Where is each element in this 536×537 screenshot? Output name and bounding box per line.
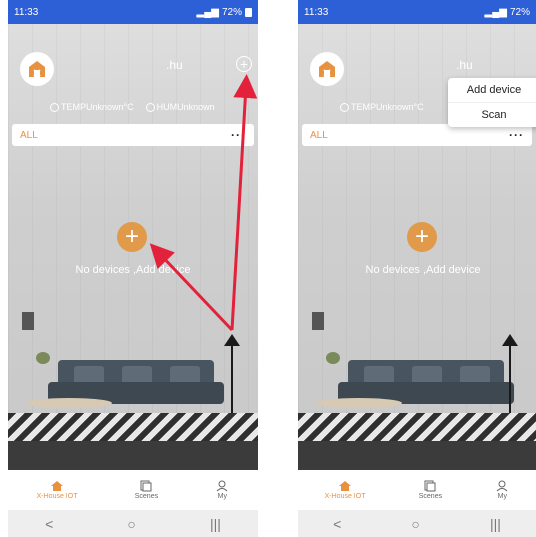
menu-scan[interactable]: Scan	[448, 102, 536, 127]
bottom-nav: X-House IOT Scenes My	[8, 470, 258, 510]
nav-home[interactable]: X-House IOT	[324, 480, 366, 500]
battery-percent: 72%	[221, 6, 242, 18]
x-house-logo-icon	[20, 52, 54, 86]
scenes-icon	[424, 480, 436, 492]
battery-icon	[245, 7, 252, 17]
filter-all-label[interactable]: ALL	[310, 130, 328, 141]
status-time: 11:33	[14, 6, 39, 18]
floor-lamp-pole	[231, 346, 233, 418]
phone-screen-left: 11:33 ▂▄▆ 72% .hu + TEMPUnknown°C HUMUnk…	[8, 0, 258, 537]
environment-readout: TEMPUnknown°C HUMUnknown	[50, 102, 215, 112]
rug-decor	[8, 413, 258, 441]
battery-percent: 72%	[509, 6, 530, 18]
temperature-text: TEMPUnknown°C	[351, 102, 424, 112]
username: .hu	[166, 58, 183, 72]
home-button[interactable]: ○	[411, 516, 419, 532]
menu-add-device[interactable]: Add device	[448, 78, 536, 102]
recent-apps-button[interactable]: |||	[490, 516, 501, 532]
floor-decor	[298, 441, 536, 470]
nav-my[interactable]: My	[495, 480, 509, 500]
nav-home[interactable]: X-House IOT	[36, 480, 78, 500]
humidity-text: HUMUnknown	[156, 102, 215, 112]
nav-scenes-label: Scenes	[134, 493, 159, 500]
back-button[interactable]: <	[333, 516, 341, 532]
wall-lamp-decor	[312, 312, 324, 330]
floor-decor	[8, 441, 258, 470]
user-icon	[496, 480, 508, 492]
nav-home-label: X-House IOT	[324, 493, 366, 500]
temperature-icon	[340, 102, 349, 112]
temperature-icon	[50, 102, 59, 112]
center-add-device-button[interactable]: +	[117, 222, 147, 252]
floor-lamp-pole	[509, 346, 511, 418]
nav-scenes[interactable]: Scenes	[419, 480, 442, 500]
more-options-icon[interactable]: ···	[231, 128, 246, 142]
environment-readout: TEMPUnknown°C	[340, 102, 424, 112]
status-icons: ▂▄▆ 72%	[485, 7, 530, 18]
coffee-table-decor	[316, 398, 402, 408]
username: .hu	[456, 58, 473, 72]
bottom-nav: X-House IOT Scenes My	[298, 470, 536, 510]
nav-scenes-label: Scenes	[418, 493, 443, 500]
system-nav: < ○ |||	[298, 510, 536, 537]
user-icon	[216, 480, 228, 492]
nav-scenes[interactable]: Scenes	[135, 480, 158, 500]
wall-lamp-decor	[22, 312, 34, 330]
status-icons: ▂▄▆ 72%	[197, 7, 252, 18]
nav-my-label: My	[217, 493, 228, 500]
status-time: 11:33	[304, 6, 329, 18]
home-icon	[339, 481, 352, 491]
nav-my[interactable]: My	[215, 480, 229, 500]
filter-all-label[interactable]: ALL	[20, 130, 38, 141]
system-nav: < ○ |||	[8, 510, 258, 537]
empty-state-message: No devices ,Add device	[75, 264, 191, 276]
floor-lamp-decor	[224, 334, 240, 346]
home-button[interactable]: ○	[127, 516, 135, 532]
x-house-logo-icon	[310, 52, 344, 86]
floor-lamp-decor	[502, 334, 518, 346]
filter-bar[interactable]: ALL ···	[12, 124, 254, 146]
back-button[interactable]: <	[45, 516, 53, 532]
nav-my-label: My	[497, 493, 508, 500]
more-options-icon[interactable]: ···	[509, 128, 524, 142]
signal-icon: ▂▄▆	[196, 6, 219, 18]
coffee-table-decor	[26, 398, 112, 408]
filter-bar[interactable]: ALL ···	[302, 124, 532, 146]
nav-home-label: X-House IOT	[36, 493, 78, 500]
add-menu-dropdown: Add device Scan	[448, 78, 536, 127]
rug-decor	[298, 413, 536, 441]
recent-apps-button[interactable]: |||	[210, 516, 221, 532]
temperature-text: TEMPUnknown°C	[61, 102, 134, 112]
signal-icon: ▂▄▆	[484, 6, 507, 18]
status-bar: 11:33 ▂▄▆ 72%	[298, 0, 536, 24]
status-bar: 11:33 ▂▄▆ 72%	[8, 0, 258, 24]
center-add-device-button[interactable]: +	[407, 222, 437, 252]
add-device-button[interactable]: +	[236, 56, 252, 72]
scenes-icon	[140, 480, 152, 492]
humidity-icon	[145, 102, 155, 112]
phone-screen-right: 11:33 ▂▄▆ 72% .hu TEMPUnknown°C ALL ··· …	[298, 0, 536, 537]
empty-state-message: No devices ,Add device	[365, 264, 481, 276]
home-icon	[51, 481, 64, 491]
